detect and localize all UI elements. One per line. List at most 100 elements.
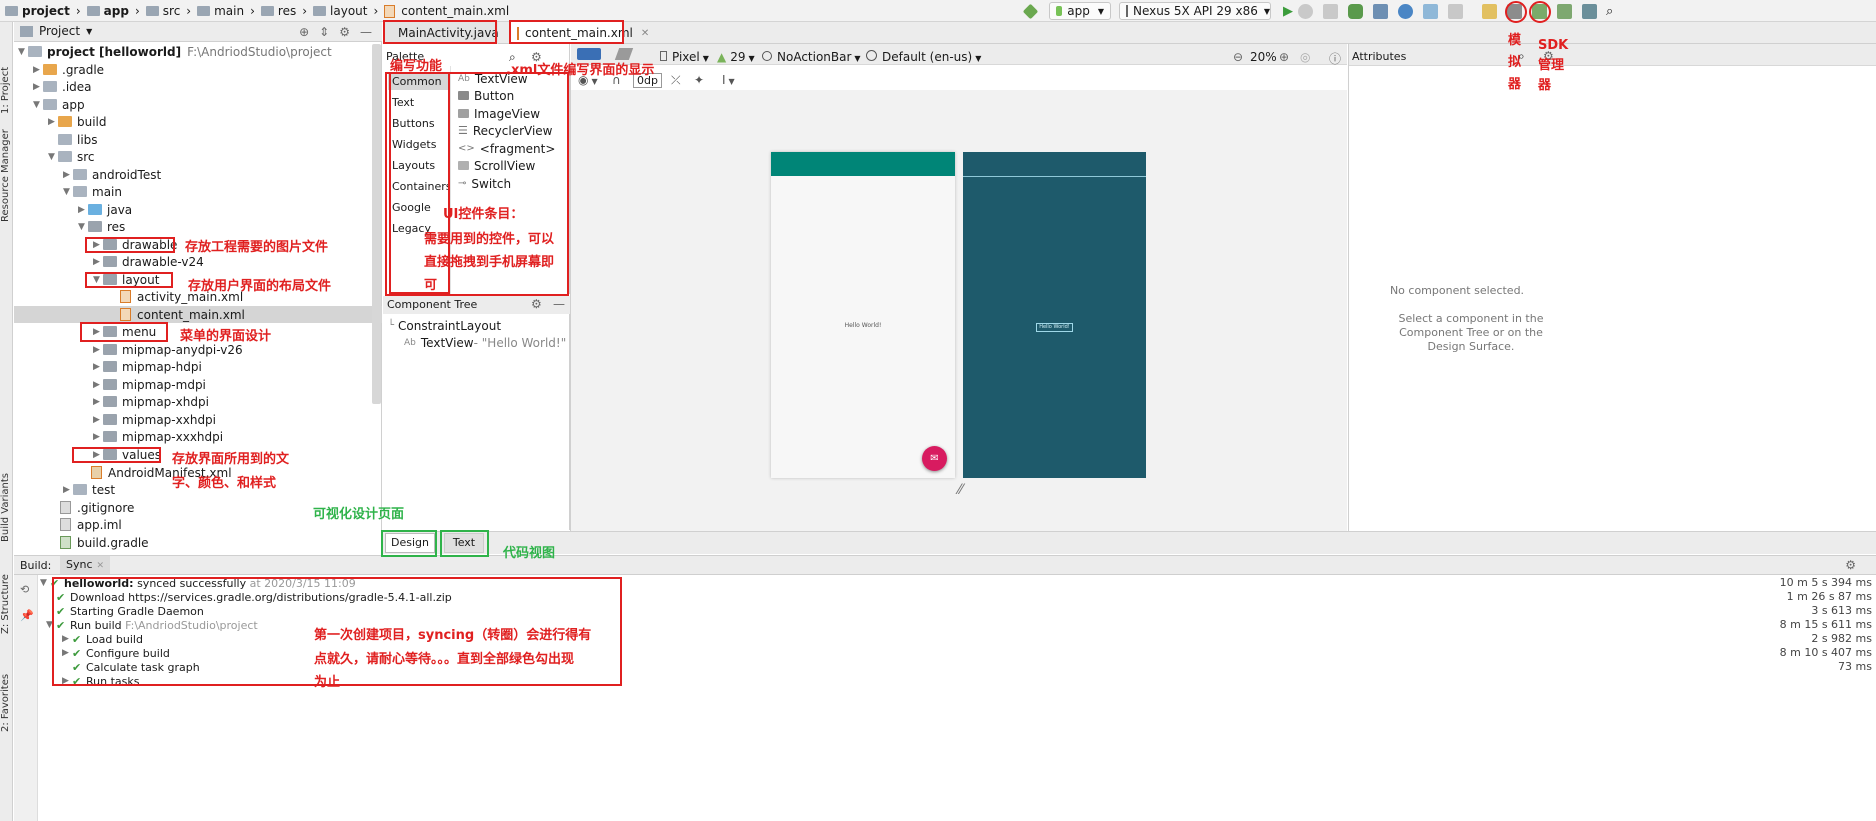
device-select[interactable]: Pixel ▼	[660, 50, 709, 64]
palette-item-scrollview[interactable]: ScrollView	[458, 157, 535, 174]
palette-item-imageview[interactable]: ImageView	[458, 105, 540, 122]
breadcrumb-res[interactable]: res	[258, 0, 299, 22]
run-config-select[interactable]: app ▼	[1049, 2, 1111, 20]
warning-icon[interactable]: ⓘ	[1329, 50, 1341, 67]
device-select[interactable]: Nexus 5X API 29 x86 ▼	[1119, 2, 1271, 20]
tree-item-res[interactable]: ▼ res	[78, 218, 125, 235]
close-icon[interactable]: ✕	[97, 561, 105, 571]
project-tool-tab[interactable]: 1: Project	[0, 67, 11, 114]
tree-item-libs[interactable]: libs	[58, 131, 98, 148]
blueprint-hello-world[interactable]: Hello World!	[1036, 323, 1073, 332]
tree-item-app-iml[interactable]: app.iml	[60, 516, 122, 533]
build-row-download[interactable]: ✔ Download https://services.gradle.org/di…	[56, 590, 452, 604]
profile-icon[interactable]	[1373, 3, 1388, 19]
build-row-run-build[interactable]: ▼ ✔ Run build F:\AndriodStudio\project	[46, 618, 258, 632]
breadcrumb-file[interactable]: content_main.xml	[381, 0, 512, 22]
palette-category-widgets[interactable]: Widgets	[392, 138, 436, 151]
tree-item-test[interactable]: ▶ test	[63, 481, 115, 498]
expand-arrow-icon[interactable]: ▼	[18, 47, 28, 57]
project-structure-icon[interactable]	[1482, 3, 1497, 19]
tree-item-root[interactable]: ▼ project [helloworld] F:\AndriodStudio\…	[18, 43, 332, 60]
tree-item-src[interactable]: ▼ src	[48, 148, 95, 165]
tree-textview[interactable]: Ab TextView - "Hello World!"	[404, 334, 566, 351]
blueprint-preview[interactable]	[963, 152, 1146, 478]
tree-item-mipmap-xhdpi[interactable]: ▶ mipmap-xhdpi	[93, 393, 209, 410]
build-row-calculate[interactable]: ✔ Calculate task graph	[72, 660, 200, 674]
palette-item-fragment[interactable]: <> <fragment>	[458, 140, 555, 157]
infer-constraints-icon[interactable]: ✦	[694, 73, 704, 87]
palette-item-button[interactable]: Button	[458, 87, 514, 104]
breadcrumb-app[interactable]: app	[84, 0, 132, 22]
tree-item-java[interactable]: ▶ java	[78, 201, 132, 218]
sync-gradle-icon[interactable]	[1532, 3, 1547, 19]
tree-item-mipmap-xxhdpi[interactable]: ▶ mipmap-xxhdpi	[93, 411, 216, 428]
stop-icon[interactable]	[1448, 3, 1463, 19]
tree-item-androidtest[interactable]: ▶ androidTest	[63, 166, 161, 183]
clear-constraints-icon[interactable]: ⤫	[671, 73, 681, 88]
tree-item-build-gradle[interactable]: build.gradle	[60, 534, 149, 551]
design-surface[interactable]	[571, 90, 1347, 531]
make-project-hammer-icon[interactable]	[1022, 3, 1039, 19]
apply-changes-icon[interactable]	[1298, 3, 1313, 19]
tree-item-gitignore[interactable]: .gitignore	[60, 499, 134, 516]
tree-item-gradle[interactable]: ▶ .gradle	[33, 61, 104, 78]
build-row-tasks[interactable]: ▶ ✔ Run tasks	[62, 674, 139, 688]
tab-text[interactable]: Text	[444, 533, 484, 553]
build-row-daemon[interactable]: ✔ Starting Gradle Daemon	[56, 604, 204, 618]
resource-manager-tab[interactable]: Resource Manager	[0, 129, 11, 222]
locale-select[interactable]: Default (en-us) ▼	[866, 50, 981, 64]
breadcrumb-layout[interactable]: layout	[310, 0, 370, 22]
breadcrumb-main[interactable]: main	[194, 0, 247, 22]
resize-handle-icon[interactable]: ⁄⁄	[958, 482, 963, 498]
tree-item-mipmap-mdpi[interactable]: ▶ mipmap-mdpi	[93, 376, 206, 393]
zoom-fit-icon[interactable]: ◎	[1300, 50, 1310, 64]
build-row-configure[interactable]: ▶ ✔ Configure build	[62, 646, 170, 660]
build-row-synced[interactable]: ▼ ✔ helloworld: synced successfully at 202…	[40, 576, 356, 590]
tree-item-drawable-v24[interactable]: ▶ drawable-v24	[93, 253, 204, 270]
apply-code-icon[interactable]	[1323, 3, 1338, 19]
tree-item-layout[interactable]: ▼ layout	[93, 271, 159, 288]
tree-constraintlayout[interactable]: └ ConstraintLayout	[388, 317, 501, 334]
sdk-manager-icon[interactable]	[1582, 3, 1597, 19]
tree-item-content-main[interactable]: content_main.xml	[14, 306, 382, 323]
palette-category-layouts[interactable]: Layouts	[392, 159, 435, 172]
structure-tab[interactable]: Z: Structure	[0, 574, 11, 634]
tree-item-drawable[interactable]: ▶ drawable	[93, 236, 177, 253]
gear-icon[interactable]: ⚙	[531, 297, 542, 311]
collapse-all-icon[interactable]: ⇕	[319, 25, 329, 39]
palette-category-common[interactable]: Common	[392, 75, 442, 88]
favorites-tab[interactable]: 2: Favorites	[0, 674, 11, 732]
tree-item-main[interactable]: ▼ main	[63, 183, 122, 200]
debug-icon[interactable]	[1348, 3, 1363, 19]
hello-world-text[interactable]: Hello World!	[771, 322, 955, 329]
tab-sync[interactable]: Sync ✕	[60, 556, 111, 574]
project-view-select[interactable]: Project	[39, 24, 80, 38]
breadcrumb-project[interactable]: project	[2, 0, 73, 22]
zoom-in-icon[interactable]: ⊕	[1279, 50, 1289, 64]
tab-design[interactable]: Design	[385, 533, 435, 553]
coverage-icon[interactable]	[1423, 3, 1438, 19]
tree-item-idea[interactable]: ▶ .idea	[33, 78, 92, 95]
palette-item-recyclerview[interactable]: ☰ RecyclerView	[458, 122, 552, 139]
hide-icon[interactable]: —	[360, 25, 372, 39]
breadcrumb-src[interactable]: src	[143, 0, 184, 22]
pin-icon[interactable]: 📌	[20, 609, 34, 622]
avd-manager-icon[interactable]	[1557, 3, 1572, 19]
gear-icon[interactable]: ⚙	[1845, 558, 1856, 572]
build-variants-tab[interactable]: Build Variants	[0, 473, 11, 542]
palette-item-switch[interactable]: ⊸ Switch	[458, 175, 511, 192]
palette-category-text[interactable]: Text	[392, 96, 414, 109]
palette-category-buttons[interactable]: Buttons	[392, 117, 435, 130]
tree-item-app[interactable]: ▼ app	[33, 96, 85, 113]
hide-icon[interactable]: —	[553, 297, 565, 311]
fab-button[interactable]: ✉	[922, 446, 947, 471]
palette-category-google[interactable]: Google	[392, 201, 431, 214]
project-scrollbar[interactable]	[372, 44, 381, 404]
tab-content-main[interactable]: content_main.xml ✕	[509, 22, 649, 44]
dropdown-arrow-icon[interactable]: ▼	[86, 27, 92, 36]
attach-debugger-icon[interactable]	[1398, 3, 1413, 19]
phone-preview[interactable]	[771, 152, 955, 478]
locate-icon[interactable]: ⊕	[299, 25, 309, 39]
tree-item-mipmap-xxxhdpi[interactable]: ▶ mipmap-xxxhdpi	[93, 428, 223, 445]
guidelines-icon[interactable]: I ▼	[722, 73, 735, 87]
